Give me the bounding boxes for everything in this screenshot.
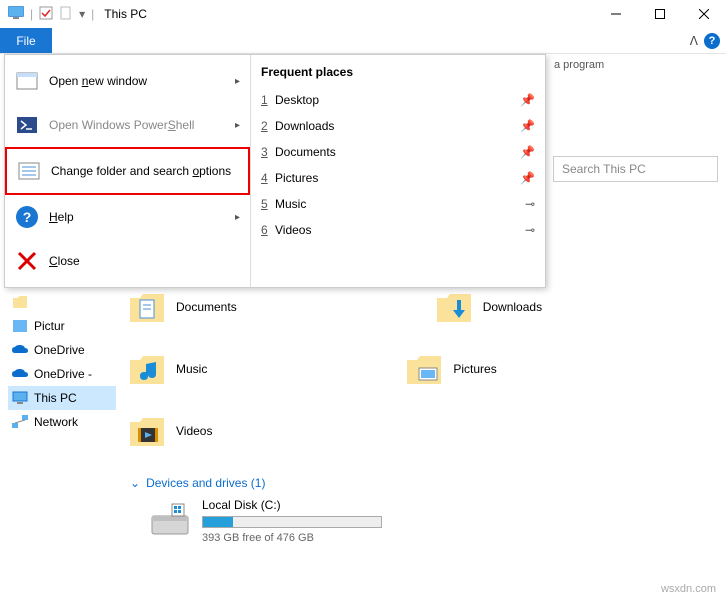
- pin-icon[interactable]: 📌: [520, 171, 535, 185]
- pictures-icon: [12, 318, 28, 334]
- minimize-button[interactable]: [594, 0, 638, 28]
- monitor-icon: [8, 5, 24, 24]
- folder-icon: [12, 294, 28, 310]
- frequent-place-music[interactable]: 5Music⊸: [261, 191, 535, 217]
- sidebar-item-onedrive[interactable]: OneDrive: [8, 338, 116, 362]
- menu-close[interactable]: Close: [5, 239, 250, 283]
- menu-label: Open Windows PowerShell: [49, 118, 194, 132]
- pin-icon[interactable]: 📌: [520, 145, 535, 159]
- frequent-place-videos[interactable]: 6Videos⊸: [261, 217, 535, 243]
- frequent-place-pictures[interactable]: 4Pictures📌: [261, 165, 535, 191]
- section-devices-drives[interactable]: ⌄ Devices and drives (1): [130, 476, 720, 490]
- tab-file[interactable]: File: [0, 28, 52, 53]
- chevron-right-icon: ▸: [235, 212, 240, 223]
- menu-label: Close: [49, 254, 80, 268]
- videos-icon: [130, 414, 164, 448]
- drive-info: Local Disk (C:) 393 GB free of 476 GB: [202, 498, 382, 544]
- network-icon: [12, 414, 28, 430]
- window-title: This PC: [104, 7, 147, 21]
- help-icon: ?: [15, 205, 39, 229]
- frequent-place-desktop[interactable]: 1Desktop📌: [261, 87, 535, 113]
- menu-open-new-window[interactable]: Open new window ▸: [5, 59, 250, 103]
- menu-label: Open new window: [49, 74, 147, 88]
- ribbon: File ᐱ ?: [0, 28, 726, 54]
- drive-space: 393 GB free of 476 GB: [202, 532, 382, 544]
- chevron-up-icon[interactable]: ᐱ: [690, 34, 698, 48]
- search-input[interactable]: Search This PC: [553, 156, 718, 182]
- unpin-icon[interactable]: ⊸: [525, 223, 535, 237]
- pictures-icon: [407, 352, 441, 386]
- powershell-icon: [15, 113, 39, 137]
- sidebar-item[interactable]: [8, 290, 116, 314]
- window-controls: [594, 0, 726, 28]
- drive-local-disk-c[interactable]: Local Disk (C:) 393 GB free of 476 GB: [150, 498, 720, 544]
- folder-music[interactable]: Music: [130, 352, 207, 386]
- frequent-place-documents[interactable]: 3Documents📌: [261, 139, 535, 165]
- menu-label: Change folder and search options: [51, 164, 231, 178]
- quick-access-toolbar: | ▾ |: [8, 5, 94, 24]
- document-icon[interactable]: [59, 6, 73, 23]
- folder-downloads[interactable]: Downloads: [437, 290, 542, 324]
- maximize-button[interactable]: [638, 0, 682, 28]
- sidebar-item-pictures[interactable]: Pictur: [8, 314, 116, 338]
- folder-documents[interactable]: Documents: [130, 290, 237, 324]
- sidebar-item-network[interactable]: Network: [8, 410, 116, 434]
- drive-usage-bar: [202, 516, 382, 528]
- watermark: wsxdn.com: [661, 583, 716, 595]
- folder-pictures[interactable]: Pictures: [407, 352, 496, 386]
- sidebar-item-onedrive-business[interactable]: OneDrive -: [8, 362, 116, 386]
- cloud-icon: [12, 366, 28, 382]
- chevron-down-icon[interactable]: ⌄: [130, 476, 140, 490]
- frequent-place-downloads[interactable]: 2Downloads📌: [261, 113, 535, 139]
- menu-label: Help: [49, 210, 74, 224]
- menu-change-folder-options[interactable]: Change folder and search options: [5, 147, 250, 195]
- close-button[interactable]: [682, 0, 726, 28]
- file-menu-right: Frequent places 1Desktop📌 2Downloads📌 3D…: [251, 55, 545, 287]
- sidebar-item-this-pc[interactable]: This PC: [8, 386, 116, 410]
- close-icon: [15, 249, 39, 273]
- pin-icon[interactable]: 📌: [520, 119, 535, 133]
- drive-name: Local Disk (C:): [202, 498, 382, 512]
- unpin-icon[interactable]: ⊸: [525, 197, 535, 211]
- chevron-right-icon: ▸: [235, 76, 240, 87]
- monitor-icon: [12, 390, 28, 406]
- frequent-places-header: Frequent places: [261, 61, 535, 87]
- checkbox-icon[interactable]: [39, 6, 53, 23]
- separator: |: [91, 7, 94, 21]
- menu-powershell[interactable]: Open Windows PowerShell ▸: [5, 103, 250, 147]
- downloads-icon: [437, 290, 471, 324]
- help-icon[interactable]: ?: [704, 33, 720, 49]
- cloud-icon: [12, 342, 28, 358]
- drive-icon: [150, 502, 190, 541]
- separator: |: [30, 7, 33, 21]
- dropdown-icon[interactable]: ▾: [79, 7, 85, 21]
- documents-icon: [130, 290, 164, 324]
- title-bar: | ▾ | This PC: [0, 0, 726, 28]
- file-menu-left: Open new window ▸ Open Windows PowerShel…: [5, 55, 251, 287]
- main-content: Documents Downloads Music Pictures Video…: [130, 290, 720, 544]
- music-icon: [130, 352, 164, 386]
- new-window-icon: [15, 69, 39, 93]
- menu-help[interactable]: ? Help ▸: [5, 195, 250, 239]
- file-menu: Open new window ▸ Open Windows PowerShel…: [4, 54, 546, 288]
- options-icon: [17, 159, 41, 183]
- chevron-right-icon: ▸: [235, 120, 240, 131]
- pin-icon[interactable]: 📌: [520, 93, 535, 107]
- folder-videos[interactable]: Videos: [130, 414, 212, 448]
- nav-tree: Pictur OneDrive OneDrive - This PC Netwo…: [8, 290, 116, 434]
